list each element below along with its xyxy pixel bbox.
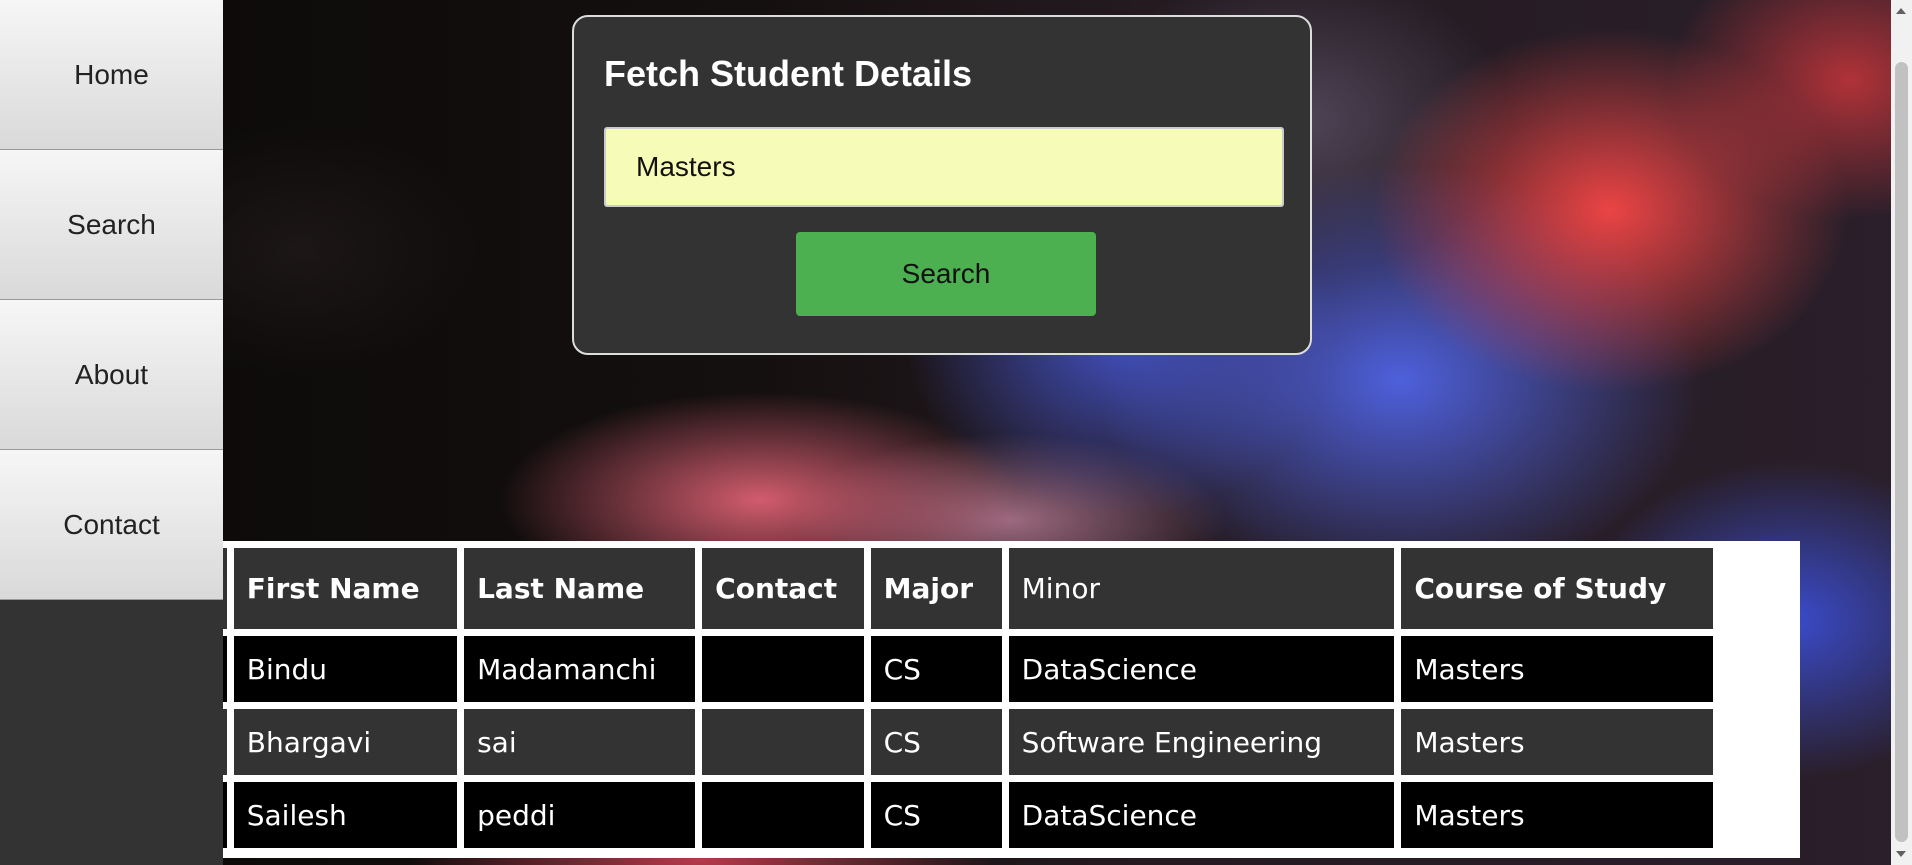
cell-last-name: sai (464, 709, 696, 775)
sidebar-item-contact[interactable]: Contact (0, 450, 223, 600)
cell-id (223, 709, 227, 775)
cell-minor: Software Engineering (1008, 709, 1395, 775)
sidebar-item-search[interactable]: Search (0, 150, 223, 300)
search-button[interactable]: Search (796, 232, 1096, 316)
table-row: Bhargavi sai CS Software Engineering Mas… (223, 709, 1713, 775)
cell-minor: DataScience (1008, 782, 1395, 848)
cell-contact (702, 636, 864, 702)
cell-id (223, 636, 227, 702)
panel-title: Fetch Student Details (604, 53, 973, 94)
cell-last-name: peddi (464, 782, 696, 848)
cell-first-name: Sailesh (233, 782, 458, 848)
cell-course-of-study: Masters (1401, 709, 1713, 775)
cell-contact (702, 782, 864, 848)
cell-major: CS (870, 782, 1002, 848)
cell-course-of-study: Masters (1401, 636, 1713, 702)
table-row: Sailesh peddi CS DataScience Masters (223, 782, 1713, 848)
cell-major: CS (870, 709, 1002, 775)
search-panel: Fetch Student Details Search (572, 15, 1312, 355)
cell-contact (702, 709, 864, 775)
cell-minor: DataScience (1008, 636, 1395, 702)
table-row: Bindu Madamanchi CS DataScience Masters (223, 636, 1713, 702)
column-header-course-of-study: Course of Study (1401, 548, 1713, 629)
cell-first-name: Bhargavi (233, 709, 458, 775)
cell-first-name: Bindu (233, 636, 458, 702)
student-table: ID First Name Last Name Contact Major Mi… (223, 541, 1720, 855)
scrollbar-thumb[interactable] (1895, 62, 1908, 842)
vertical-scrollbar[interactable] (1891, 0, 1912, 865)
column-header-major: Major (870, 548, 1002, 629)
column-header-minor: Minor (1008, 548, 1395, 629)
column-header-last-name: Last Name (464, 548, 696, 629)
sidebar-item-about[interactable]: About (0, 300, 223, 450)
column-header-id: ID (223, 548, 227, 629)
search-input[interactable] (604, 127, 1284, 207)
cell-id (223, 782, 227, 848)
student-table-container: ID First Name Last Name Contact Major Mi… (223, 541, 1800, 858)
cell-last-name: Madamanchi (464, 636, 696, 702)
column-header-first-name: First Name (233, 548, 458, 629)
sidebar-item-home[interactable]: Home (0, 0, 223, 150)
scroll-up-arrow-icon[interactable] (1896, 8, 1906, 14)
cell-course-of-study: Masters (1401, 782, 1713, 848)
column-header-contact: Contact (702, 548, 864, 629)
scroll-down-arrow-icon[interactable] (1896, 851, 1906, 857)
table-header-row: ID First Name Last Name Contact Major Mi… (223, 548, 1713, 629)
sidebar: Home Search About Contact (0, 0, 223, 865)
cell-major: CS (870, 636, 1002, 702)
